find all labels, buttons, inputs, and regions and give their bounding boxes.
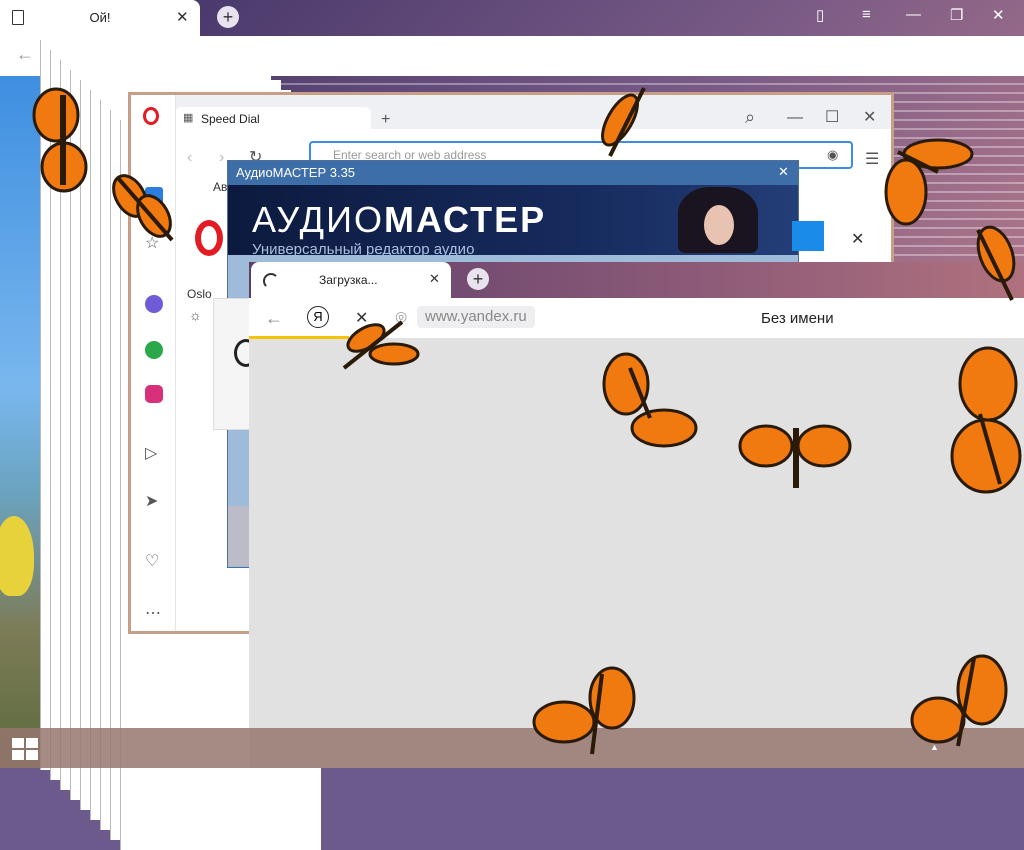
audiomaster-close-button[interactable]: ✕: [778, 164, 789, 180]
minimize-button[interactable]: —: [906, 6, 921, 23]
windows-start-icon[interactable]: [12, 738, 38, 760]
logo-bold-text: МАСТЕР: [383, 199, 547, 240]
messenger-icon[interactable]: [145, 295, 163, 313]
opera-panel-footer: [228, 506, 250, 566]
close-window-button[interactable]: ✕: [992, 6, 1005, 24]
back-tab-title: Ой!: [89, 10, 111, 25]
butterfly-icon: [112, 174, 174, 242]
butterfly-icon: [910, 654, 1008, 747]
opera-maximize-button[interactable]: ☐: [825, 107, 839, 127]
opera-speed-dial-logo: [195, 220, 223, 256]
opera-forward-icon[interactable]: ›: [219, 149, 224, 167]
butterfly-icon: [738, 424, 852, 488]
bookmarks-icon[interactable]: ▯: [816, 6, 824, 24]
opera-back-icon[interactable]: ‹: [187, 149, 192, 167]
camera-icon[interactable]: ◉: [827, 147, 838, 163]
yandex-address-bar[interactable]: www.yandex.ru: [417, 306, 535, 328]
menu-icon[interactable]: ≡: [862, 6, 871, 23]
audiomaster-subtitle: Универсальный редактор аудио: [252, 241, 475, 255]
search-icon[interactable]: ⌕: [745, 107, 755, 128]
butterfly-icon: [601, 87, 646, 157]
heart-icon[interactable]: ♡: [145, 551, 159, 571]
new-tab-button[interactable]: +: [217, 6, 239, 28]
balloon-image: [0, 516, 34, 596]
whatsapp-icon[interactable]: [145, 341, 163, 359]
player-icon[interactable]: ▷: [145, 443, 157, 463]
opera-close-button[interactable]: ✕: [863, 107, 876, 127]
sun-icon: ☼: [189, 307, 202, 323]
back-browser-tab[interactable]: Ой! ✕: [0, 0, 200, 36]
opera-panel: [213, 298, 258, 430]
yandex-logo-button[interactable]: Я: [307, 306, 329, 328]
yandex-tab[interactable]: Загрузка... ✕: [251, 262, 451, 298]
yandex-page-title: Без имени: [761, 310, 834, 327]
opera-logo-icon[interactable]: [143, 107, 159, 125]
portrait-face: [704, 205, 734, 245]
audiomaster-titlebar: АудиоМАСТЕР 3.35 ✕: [228, 161, 798, 185]
butterfly-icon: [976, 225, 1016, 301]
opera-minimize-button[interactable]: —: [787, 109, 803, 127]
butterfly-icon: [950, 346, 1022, 494]
audiomaster-logo: АУДИОМАСТЕР: [252, 199, 546, 241]
audiomaster-blue-button[interactable]: [792, 221, 824, 251]
butterfly-icon: [32, 87, 88, 193]
yandex-new-tab-button[interactable]: +: [467, 268, 489, 290]
yandex-back-icon[interactable]: ←: [265, 308, 283, 329]
opera-tab-label: Speed Dial: [201, 112, 260, 126]
close-tab-icon[interactable]: ✕: [176, 8, 189, 26]
yandex-tab-title: Загрузка...: [319, 273, 378, 287]
butterfly-icon: [602, 352, 698, 448]
restore-button[interactable]: ❐: [950, 6, 963, 24]
butterfly-icon: [884, 138, 974, 226]
more-icon[interactable]: ⋯: [145, 603, 161, 623]
opera-partial-label: Ав: [213, 180, 228, 194]
back-arrow-icon[interactable]: ←: [16, 44, 34, 65]
taskbar: ▲: [0, 728, 1024, 768]
butterfly-icon: [342, 320, 420, 370]
butterfly-icon: [532, 666, 636, 755]
opera-tab-speed-dial[interactable]: ▦ Speed Dial: [175, 107, 371, 133]
opera-new-tab-button[interactable]: +: [381, 111, 390, 129]
weather-city: Oslo: [187, 287, 212, 301]
loading-progress-bar: [249, 336, 349, 339]
loading-spinner-icon: [263, 273, 279, 289]
logo-light-text: АУДИО: [252, 199, 384, 240]
send-icon[interactable]: ➤: [145, 491, 158, 511]
dismiss-icon[interactable]: ✕: [851, 229, 864, 249]
grid-icon: ▦: [183, 112, 194, 124]
instagram-icon[interactable]: [145, 385, 163, 403]
yandex-tab-close[interactable]: ✕: [429, 271, 440, 287]
audiomaster-title: АудиоМАСТЕР 3.35: [236, 165, 356, 180]
